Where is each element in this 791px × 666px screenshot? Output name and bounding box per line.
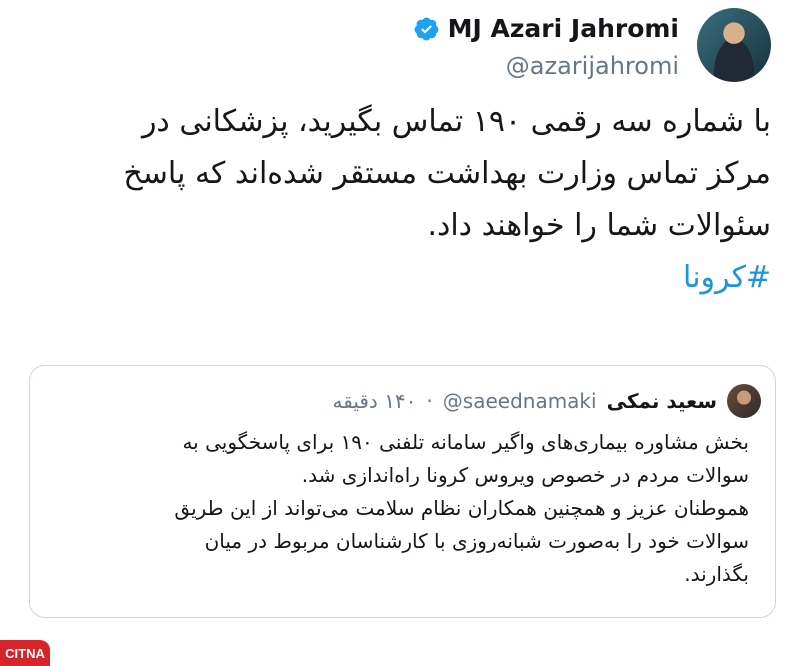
quoted-text-line: بخش مشاوره بیماری‌های واگیر سامانه تلفنی… [182,430,749,454]
tweet-text-line: سئوالات شما را خواهند داد. [427,208,771,243]
hashtag-link[interactable]: #کرونا [683,252,771,304]
quoted-text-line: سوالات خود را به‌صورت شبانه‌روزی با کارش… [204,529,749,553]
quoted-author-name: سعید نمکی [606,389,717,413]
quoted-text-line: هموطنان عزیز و همچنین همکاران نظام سلامت… [174,496,749,520]
quoted-tweet[interactable]: سعید نمکی @saeednamaki · ۱۴۰ دقیقه بخش م… [29,365,776,618]
tweet-text: با شماره سه رقمی ۱۹۰ تماس بگیرید، پزشکان… [20,96,771,304]
quoted-text-line: بگذارند. [684,562,749,586]
author-name[interactable]: MJ Azari Jahromi [448,14,679,43]
verified-badge-icon [414,16,440,42]
tweet-text-line: مرکز تماس وزارت بهداشت مستقر شده‌اند که … [123,156,771,191]
author-avatar[interactable] [697,8,771,82]
dot-separator: · [426,389,433,413]
tweet-header: MJ Azari Jahromi @azarijahromi [20,8,771,88]
quoted-author-avatar [727,384,761,418]
watermark-logo: CITNA [0,640,50,666]
quoted-author-handle: @saeednamaki [442,389,597,413]
author-handle[interactable]: @azarijahromi [506,52,679,80]
quoted-tweet-time: ۱۴۰ دقیقه [332,389,417,413]
tweet-text-line: با شماره سه رقمی ۱۹۰ تماس بگیرید، پزشکان… [141,104,771,139]
author-row: MJ Azari Jahromi [414,14,679,43]
logo-text: CITNA [5,645,45,661]
quoted-text-line: سوالات مردم در خصوص ویروس کرونا راه‌اندا… [301,463,749,487]
quoted-tweet-text: بخش مشاوره بیماری‌های واگیر سامانه تلفنی… [59,426,749,591]
quoted-tweet-header: سعید نمکی @saeednamaki · ۱۴۰ دقیقه [332,384,761,418]
